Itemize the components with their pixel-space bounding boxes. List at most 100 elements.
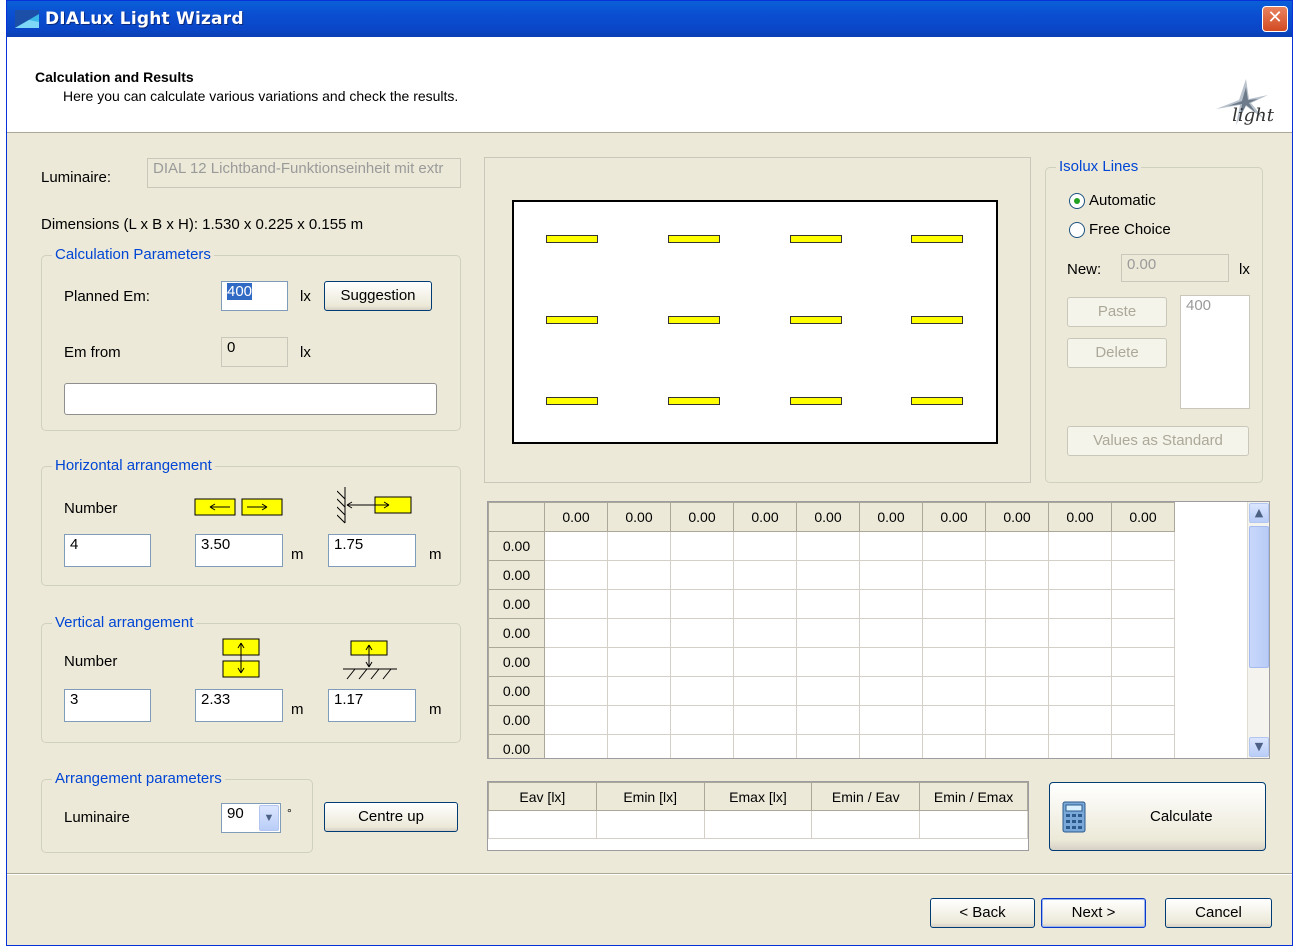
grid-cell[interactable]	[1048, 589, 1112, 619]
isolux-values-list[interactable]: 400	[1180, 295, 1250, 409]
grid-cell[interactable]	[544, 560, 608, 590]
grid-cell[interactable]	[607, 647, 671, 677]
grid-cell[interactable]	[1048, 676, 1112, 706]
back-button[interactable]: < Back	[930, 898, 1035, 928]
paste-button[interactable]: Paste	[1067, 297, 1167, 327]
grid-scrollbar[interactable]: ▲ ▼	[1247, 502, 1269, 758]
grid-cell[interactable]	[670, 560, 734, 590]
luminaire-field[interactable]: DIAL 12 Lichtband-Funktionseinheit mit e…	[147, 158, 461, 188]
grid-cell[interactable]	[859, 618, 923, 648]
grid-cell[interactable]	[859, 531, 923, 561]
illuminance-grid[interactable]: 0.00 0.00 0.00 0.00 0.00 0.00 0.00 0.00 0.00 0.00…	[487, 501, 1270, 759]
grid-cell[interactable]	[670, 676, 734, 706]
grid-cell[interactable]	[796, 531, 860, 561]
values-as-standard-button[interactable]: Values as Standard	[1067, 426, 1249, 456]
automatic-radio[interactable]	[1069, 193, 1085, 209]
grid-cell[interactable]	[1111, 647, 1175, 677]
grid-cell[interactable]	[859, 647, 923, 677]
grid-cell[interactable]	[544, 647, 608, 677]
scroll-down-icon[interactable]: ▼	[1249, 737, 1269, 757]
grid-cell[interactable]	[733, 589, 797, 619]
grid-cell[interactable]	[859, 560, 923, 590]
planned-em-input[interactable]: 400	[221, 281, 288, 311]
grid-cell[interactable]	[922, 531, 986, 561]
grid-cell[interactable]	[1048, 531, 1112, 561]
grid-cell[interactable]	[922, 560, 986, 590]
grid-cell[interactable]	[733, 734, 797, 758]
grid-cell[interactable]	[607, 560, 671, 590]
grid-cell[interactable]	[733, 647, 797, 677]
horizontal-number-input[interactable]: 4	[64, 534, 151, 567]
close-button[interactable]: ✕	[1262, 6, 1288, 32]
next-button[interactable]: Next >	[1041, 898, 1146, 928]
grid-cell[interactable]	[733, 676, 797, 706]
grid-cell[interactable]	[859, 734, 923, 758]
grid-cell[interactable]	[1111, 560, 1175, 590]
calculate-button[interactable]: Calculate	[1049, 782, 1266, 851]
grid-cell[interactable]	[607, 734, 671, 758]
grid-cell[interactable]	[985, 618, 1049, 648]
grid-cell[interactable]	[1111, 705, 1175, 735]
grid-cell[interactable]	[607, 705, 671, 735]
grid-cell[interactable]	[544, 589, 608, 619]
grid-cell[interactable]	[1048, 705, 1112, 735]
grid-cell[interactable]	[733, 618, 797, 648]
grid-cell[interactable]	[922, 647, 986, 677]
grid-cell[interactable]	[796, 676, 860, 706]
grid-cell[interactable]	[796, 647, 860, 677]
grid-cell[interactable]	[796, 618, 860, 648]
vertical-number-input[interactable]: 3	[64, 689, 151, 722]
grid-cell[interactable]	[670, 705, 734, 735]
delete-button[interactable]: Delete	[1067, 338, 1167, 368]
suggestion-button[interactable]: Suggestion	[324, 281, 432, 311]
new-value-field[interactable]: 0.00	[1121, 254, 1229, 282]
centre-up-button[interactable]: Centre up	[324, 802, 458, 832]
grid-cell[interactable]	[922, 705, 986, 735]
vertical-spacing-input[interactable]: 2.33	[195, 689, 283, 722]
grid-cell[interactable]	[922, 734, 986, 758]
grid-cell[interactable]	[733, 531, 797, 561]
grid-cell[interactable]	[544, 676, 608, 706]
grid-cell[interactable]	[733, 705, 797, 735]
grid-cell[interactable]	[670, 589, 734, 619]
grid-cell[interactable]	[985, 705, 1049, 735]
grid-cell[interactable]	[1048, 734, 1112, 758]
grid-cell[interactable]	[670, 531, 734, 561]
grid-cell[interactable]	[796, 560, 860, 590]
cancel-button[interactable]: Cancel	[1165, 898, 1272, 928]
grid-cell[interactable]	[1111, 676, 1175, 706]
grid-cell[interactable]	[544, 531, 608, 561]
grid-cell[interactable]	[859, 589, 923, 619]
grid-cell[interactable]	[985, 676, 1049, 706]
grid-cell[interactable]	[985, 734, 1049, 758]
grid-cell[interactable]	[1111, 531, 1175, 561]
grid-cell[interactable]	[1048, 560, 1112, 590]
grid-cell[interactable]	[985, 531, 1049, 561]
grid-cell[interactable]	[670, 734, 734, 758]
grid-cell[interactable]	[607, 531, 671, 561]
grid-cell[interactable]	[1048, 647, 1112, 677]
grid-cell[interactable]	[670, 647, 734, 677]
grid-cell[interactable]	[922, 589, 986, 619]
grid-cell[interactable]	[796, 705, 860, 735]
scroll-up-icon[interactable]: ▲	[1249, 503, 1269, 523]
horizontal-wall-distance-input[interactable]: 1.75	[328, 534, 416, 567]
grid-cell[interactable]	[922, 618, 986, 648]
grid-cell[interactable]	[1111, 589, 1175, 619]
grid-cell[interactable]	[859, 676, 923, 706]
free-choice-radio[interactable]	[1069, 222, 1085, 238]
grid-cell[interactable]	[607, 676, 671, 706]
grid-cell[interactable]	[1111, 734, 1175, 758]
grid-cell[interactable]	[985, 560, 1049, 590]
grid-cell[interactable]	[985, 589, 1049, 619]
grid-cell[interactable]	[859, 705, 923, 735]
grid-cell[interactable]	[985, 647, 1049, 677]
chevron-down-icon[interactable]: ▼	[259, 805, 279, 831]
grid-cell[interactable]	[922, 676, 986, 706]
horizontal-spacing-input[interactable]: 3.50	[195, 534, 283, 567]
grid-cell[interactable]	[607, 589, 671, 619]
grid-cell[interactable]	[670, 618, 734, 648]
grid-cell[interactable]	[544, 705, 608, 735]
grid-cell[interactable]	[796, 589, 860, 619]
vertical-wall-distance-input[interactable]: 1.17	[328, 689, 416, 722]
